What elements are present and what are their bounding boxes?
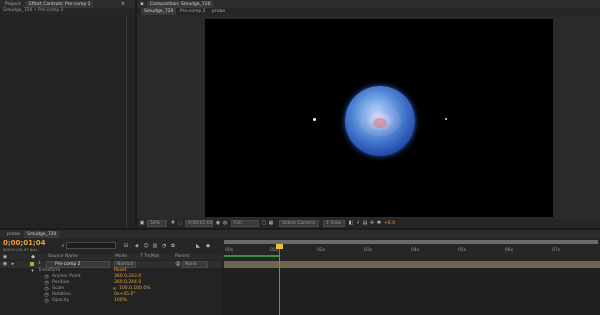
motion-blur-icon[interactable]: ◔: [161, 243, 167, 249]
timeline-timecode[interactable]: 0;00;01;04: [3, 239, 46, 247]
close-icon[interactable]: ×: [120, 1, 126, 7]
viewer-tab-smudge[interactable]: Smudge_720: [141, 8, 177, 15]
frame-blending-icon[interactable]: ▥: [152, 243, 158, 249]
transform-properties: ▾ Transform Reset ◷ Anchor Point 360.0,2…: [0, 268, 222, 308]
effect-controls-header: Smudge_720 • Pre-comp 2: [0, 8, 135, 15]
layer-index: 1: [38, 261, 41, 266]
ruler-label: 07s: [552, 248, 561, 253]
property-row[interactable]: ◷ Opacity 100%: [0, 298, 222, 304]
resolution-select[interactable]: Full: [231, 220, 259, 227]
lock-icon[interactable]: ▪: [139, 1, 145, 7]
zoom-value: 50%: [150, 221, 161, 226]
ruler-label: 00s: [225, 248, 234, 253]
region-of-interest-icon[interactable]: ▢: [261, 220, 267, 226]
column-parent[interactable]: Parent: [175, 254, 189, 260]
project-panel: Project Effect Controls: Pre-comp 2 × Sm…: [0, 0, 135, 228]
property-value[interactable]: 100%: [114, 298, 127, 304]
property-name: Opacity: [52, 298, 70, 303]
composition-viewer[interactable]: [205, 19, 553, 217]
tab-probe[interactable]: probe: [4, 231, 23, 238]
light-point-right: [445, 118, 447, 120]
transparency-grid-icon[interactable]: ▦: [268, 220, 274, 226]
always-preview-icon[interactable]: ▣: [139, 220, 145, 226]
sphere-core: [373, 118, 387, 128]
label-icon: ◆: [31, 254, 35, 260]
resolution-value: Full: [234, 221, 242, 226]
viewer-tabbar: Smudge_720 Pre-comp 2 probe: [137, 8, 600, 15]
flowchart-icon[interactable]: ✣: [369, 220, 375, 226]
tab-composition[interactable]: Composition: Smudge_720: [147, 1, 214, 8]
tab-smudge[interactable]: Smudge_720: [24, 231, 60, 238]
eye-icon[interactable]: ◉: [2, 261, 8, 267]
keyframe-icon[interactable]: ◆: [205, 243, 211, 249]
show-snapshot-icon[interactable]: ◍: [222, 220, 228, 226]
views-select[interactable]: 1 View: [323, 220, 345, 227]
solo-icon[interactable]: ▸: [10, 261, 16, 267]
zoom-select[interactable]: 50%: [147, 220, 167, 227]
comp-mini-flowchart-icon[interactable]: ⊟: [122, 243, 130, 249]
ruler-label: 04s: [411, 248, 420, 253]
column-trkmat[interactable]: T TrkMat: [140, 254, 159, 260]
light-point-left: [313, 118, 316, 121]
layer-row[interactable]: ◉ ▸ 1 Pre-comp 2 Normal @ None: [0, 261, 222, 268]
composition-panel: ▪ Composition: Smudge_720 Smudge_720 Pre…: [137, 0, 600, 228]
ruler-label: 02s: [317, 248, 326, 253]
panel-divider[interactable]: [126, 16, 127, 228]
grid-icon[interactable]: #: [170, 220, 176, 226]
layer-name-box[interactable]: Pre-comp 2: [46, 261, 110, 268]
comp-timecode[interactable]: 0;00;01;04: [185, 220, 213, 227]
shy-icon[interactable]: ☺: [143, 243, 149, 249]
breadcrumb: Smudge_720 • Pre-comp 2: [3, 8, 64, 13]
tab-effect-controls[interactable]: Effect Controls: Pre-comp 2: [26, 1, 94, 8]
project-tabbar: Project Effect Controls: Pre-comp 2 ×: [0, 0, 135, 8]
viewer-tab-precomp[interactable]: Pre-comp 2: [177, 8, 209, 15]
mask-icon[interactable]: ◌: [177, 220, 183, 226]
ruler-label: 06s: [505, 248, 514, 253]
views-value: 1 View: [326, 221, 341, 226]
fast-previews-icon[interactable]: ⚡: [355, 220, 361, 226]
sphere-render: [345, 86, 415, 156]
label-color-icon[interactable]: [30, 262, 34, 266]
layer-mode-select[interactable]: Normal: [114, 261, 136, 268]
exposure-icon[interactable]: ✱: [376, 220, 382, 226]
column-source-name[interactable]: Source Name: [48, 254, 78, 260]
toggle-pixel-aspect-icon[interactable]: ◧: [348, 220, 354, 226]
camera-select[interactable]: Active Camera: [279, 220, 319, 227]
layer-column-headers: ◉ ◆ Source Name Mode T TrkMat Parent: [0, 254, 222, 260]
brainstorm-icon[interactable]: ✿: [170, 243, 176, 249]
tab-project[interactable]: Project: [2, 1, 23, 8]
frame-info: 00034 (29.97 fps): [3, 247, 38, 252]
timeline-header: 0;00;01;04 00034 (29.97 fps) ⌕ ⊟ ◈ ☺ ▥ ◔…: [0, 238, 222, 254]
pickwhip-icon[interactable]: @: [175, 261, 181, 267]
viewer-tab-probe[interactable]: probe: [209, 8, 228, 15]
column-mode[interactable]: Mode: [115, 254, 127, 260]
exposure-value[interactable]: +0.0: [384, 221, 395, 227]
viewer-toolbar: ▣ 50% # ◌ 0;00;01;04 ◉ ◍ Full ▢ ▦ Active…: [137, 219, 600, 228]
ruler-label: 05s: [458, 248, 467, 253]
playhead-handle[interactable]: [276, 244, 283, 249]
timeline-panel: probe Smudge_720 0;00;01;04 00034 (29.97…: [0, 230, 600, 315]
current-time-indicator[interactable]: [279, 244, 280, 315]
timeline-icon[interactable]: ▤: [362, 220, 368, 226]
comp-tabbar: ▪ Composition: Smudge_720: [137, 0, 600, 8]
layer-parent-select[interactable]: None: [182, 261, 208, 268]
graph-editor-icon[interactable]: ◣: [195, 243, 201, 249]
search-input[interactable]: [66, 242, 116, 249]
timeline-tabbar: probe Smudge_720: [0, 230, 600, 238]
stopwatch-icon[interactable]: ◷: [44, 298, 49, 304]
ruler-label: 03s: [364, 248, 373, 253]
layer-duration-bar[interactable]: [224, 261, 600, 268]
cache-bar: [224, 255, 279, 257]
draft-3d-icon[interactable]: ◈: [134, 243, 140, 249]
camera-value: Active Camera: [282, 221, 316, 226]
av-features-icon: ◉: [2, 254, 8, 260]
comp-timecode-value: 0;00;01;04: [188, 221, 213, 226]
snapshot-icon[interactable]: ◉: [215, 220, 221, 226]
